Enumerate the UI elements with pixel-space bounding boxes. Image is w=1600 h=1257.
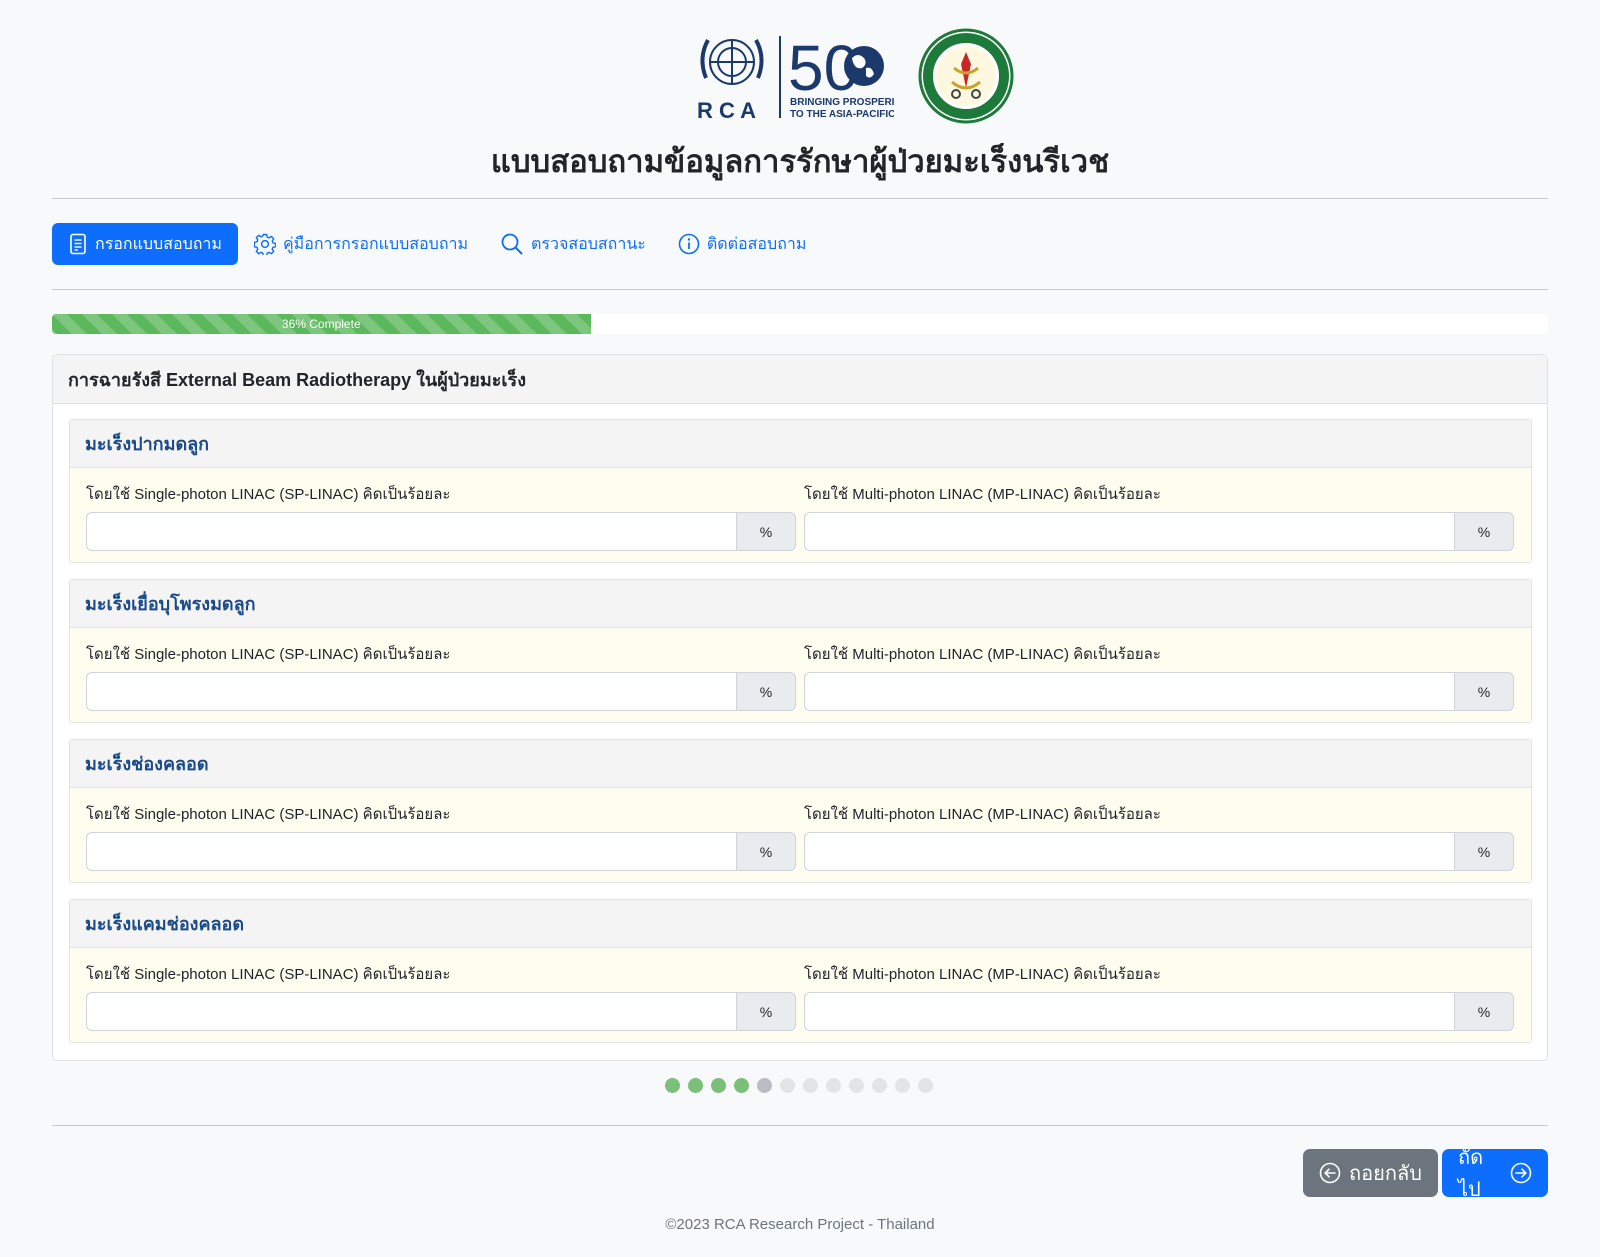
nav-label: กรอกแบบสอบถาม [95, 235, 222, 253]
nav-label: ตรวจสอบสถานะ [531, 235, 646, 253]
svg-text:BRINGING PROSPERITY: BRINGING PROSPERITY [790, 97, 894, 108]
section-vaginal-cancer: มะเร็งช่องคลอด โดยใช้ Single-photon LINA… [69, 739, 1532, 883]
percent-addon: % [1454, 992, 1514, 1031]
step-dot[interactable] [849, 1078, 864, 1093]
sp-linac-input[interactable] [86, 832, 736, 871]
step-dot[interactable] [688, 1078, 703, 1093]
percent-addon: % [1454, 512, 1514, 551]
mp-linac-input[interactable] [804, 832, 1454, 871]
field-label: โดยใช้ Single-photon LINAC (SP-LINAC) คิ… [86, 646, 451, 663]
svg-text:TO THE ASIA-PACIFIC: TO THE ASIA-PACIFIC [790, 109, 894, 120]
field-label: โดยใช้ Multi-photon LINAC (MP-LINAC) คิด… [804, 966, 1161, 983]
progress-track: 36% Complete [52, 314, 1548, 334]
field-label: โดยใช้ Single-photon LINAC (SP-LINAC) คิ… [86, 966, 451, 983]
sp-linac-field: โดยใช้ Single-photon LINAC (SP-LINAC) คิ… [86, 964, 796, 1031]
arrow-right-circle-icon [1510, 1162, 1532, 1184]
sp-linac-input[interactable] [86, 672, 736, 711]
section-title: มะเร็งแคมช่องคลอด [70, 900, 1531, 948]
page-title: แบบสอบถามข้อมูลการรักษาผู้ป่วยมะเร็งนรีเ… [490, 144, 1110, 179]
gear-icon [253, 233, 276, 255]
mp-linac-input[interactable] [804, 992, 1454, 1031]
input-group: % [86, 672, 796, 711]
svg-text:R C A: R C A [697, 98, 756, 123]
percent-addon: % [1454, 672, 1514, 711]
field-label: โดยใช้ Multi-photon LINAC (MP-LINAC) คิด… [804, 806, 1161, 823]
mp-linac-field: โดยใช้ Multi-photon LINAC (MP-LINAC) คิด… [804, 964, 1514, 1031]
field-label: โดยใช้ Multi-photon LINAC (MP-LINAC) คิด… [804, 486, 1161, 503]
mp-linac-input[interactable] [804, 512, 1454, 551]
sp-linac-input[interactable] [86, 992, 736, 1031]
sp-linac-field: โดยใช้ Single-photon LINAC (SP-LINAC) คิ… [86, 484, 796, 551]
field-label: โดยใช้ Single-photon LINAC (SP-LINAC) คิ… [86, 486, 451, 503]
percent-addon: % [736, 672, 796, 711]
input-group: % [804, 832, 1514, 871]
nav-check-status[interactable]: ตรวจสอบสถานะ [484, 223, 662, 265]
section-cervical-cancer: มะเร็งปากมดลูก โดยใช้ Single-photon LINA… [69, 419, 1532, 563]
step-dot[interactable] [734, 1078, 749, 1093]
sp-linac-field: โดยใช้ Single-photon LINAC (SP-LINAC) คิ… [86, 804, 796, 871]
step-dot[interactable] [803, 1078, 818, 1093]
divider [52, 289, 1548, 290]
field-label: โดยใช้ Single-photon LINAC (SP-LINAC) คิ… [86, 806, 451, 823]
nav-label: คู่มือการกรอกแบบสอบถาม [282, 235, 469, 253]
percent-addon: % [736, 992, 796, 1031]
header-logos: R C A 50 BRINGING PROSPERITY TO THE ASIA… [642, 28, 1022, 124]
nav-manual[interactable]: คู่มือการกรอกแบบสอบถาม [238, 223, 484, 265]
field-label: โดยใช้ Multi-photon LINAC (MP-LINAC) คิด… [804, 646, 1161, 663]
step-dot[interactable] [918, 1078, 933, 1093]
divider [52, 1125, 1548, 1126]
input-group: % [804, 672, 1514, 711]
sp-linac-input[interactable] [86, 512, 736, 551]
step-dot[interactable] [757, 1078, 772, 1093]
section-vulvar-cancer: มะเร็งแคมช่องคลอด โดยใช้ Single-photon L… [69, 899, 1532, 1043]
input-group: % [86, 992, 796, 1031]
mp-linac-field: โดยใช้ Multi-photon LINAC (MP-LINAC) คิด… [804, 484, 1514, 551]
nav-fill-questionnaire[interactable]: กรอกแบบสอบถาม [52, 223, 238, 265]
university-seal-logo [918, 28, 1014, 124]
next-label: ถัดไป [1458, 1147, 1484, 1201]
step-indicator [665, 1078, 941, 1093]
step-dot[interactable] [711, 1078, 726, 1093]
mp-linac-field: โดยใช้ Multi-photon LINAC (MP-LINAC) คิด… [804, 644, 1514, 711]
input-group: % [804, 992, 1514, 1031]
step-dot[interactable] [826, 1078, 841, 1093]
section-title: มะเร็งเยื่อบุโพรงมดลูก [70, 580, 1531, 628]
nav-contact[interactable]: ติดต่อสอบถาม [662, 223, 823, 265]
back-button[interactable]: ถอยกลับ [1303, 1149, 1438, 1197]
document-icon [70, 233, 86, 255]
progress-bar: 36% Complete [52, 314, 591, 334]
mp-linac-input[interactable] [804, 672, 1454, 711]
arrow-left-circle-icon [1319, 1162, 1341, 1184]
search-icon [501, 233, 523, 255]
step-dot[interactable] [665, 1078, 680, 1093]
step-dot[interactable] [872, 1078, 887, 1093]
input-group: % [804, 512, 1514, 551]
input-group: % [86, 832, 796, 871]
next-button[interactable]: ถัดไป [1442, 1147, 1548, 1201]
section-endometrial-cancer: มะเร็งเยื่อบุโพรงมดลูก โดยใช้ Single-pho… [69, 579, 1532, 723]
step-dot[interactable] [895, 1078, 910, 1093]
divider [52, 198, 1548, 199]
percent-addon: % [736, 512, 796, 551]
footer-copyright: ©2023 RCA Research Project - Thailand [665, 1216, 935, 1233]
back-label: ถอยกลับ [1349, 1163, 1422, 1185]
sp-linac-field: โดยใช้ Single-photon LINAC (SP-LINAC) คิ… [86, 644, 796, 711]
step-dot[interactable] [780, 1078, 795, 1093]
percent-addon: % [1454, 832, 1514, 871]
section-title: มะเร็งปากมดลูก [70, 420, 1531, 468]
main-nav: กรอกแบบสอบถาม คู่มือการกรอกแบบสอบถาม ตรว… [52, 223, 822, 265]
percent-addon: % [736, 832, 796, 871]
nav-label: ติดต่อสอบถาม [706, 235, 807, 253]
card-title: การฉายรังสี External Beam Radiotherapy ใ… [53, 355, 1547, 404]
questionnaire-card: การฉายรังสี External Beam Radiotherapy ใ… [52, 354, 1548, 1061]
rca-50-logo: R C A 50 BRINGING PROSPERITY TO THE ASIA… [697, 32, 894, 123]
input-group: % [86, 512, 796, 551]
info-icon [678, 233, 700, 255]
section-title: มะเร็งช่องคลอด [70, 740, 1531, 788]
mp-linac-field: โดยใช้ Multi-photon LINAC (MP-LINAC) คิด… [804, 804, 1514, 871]
